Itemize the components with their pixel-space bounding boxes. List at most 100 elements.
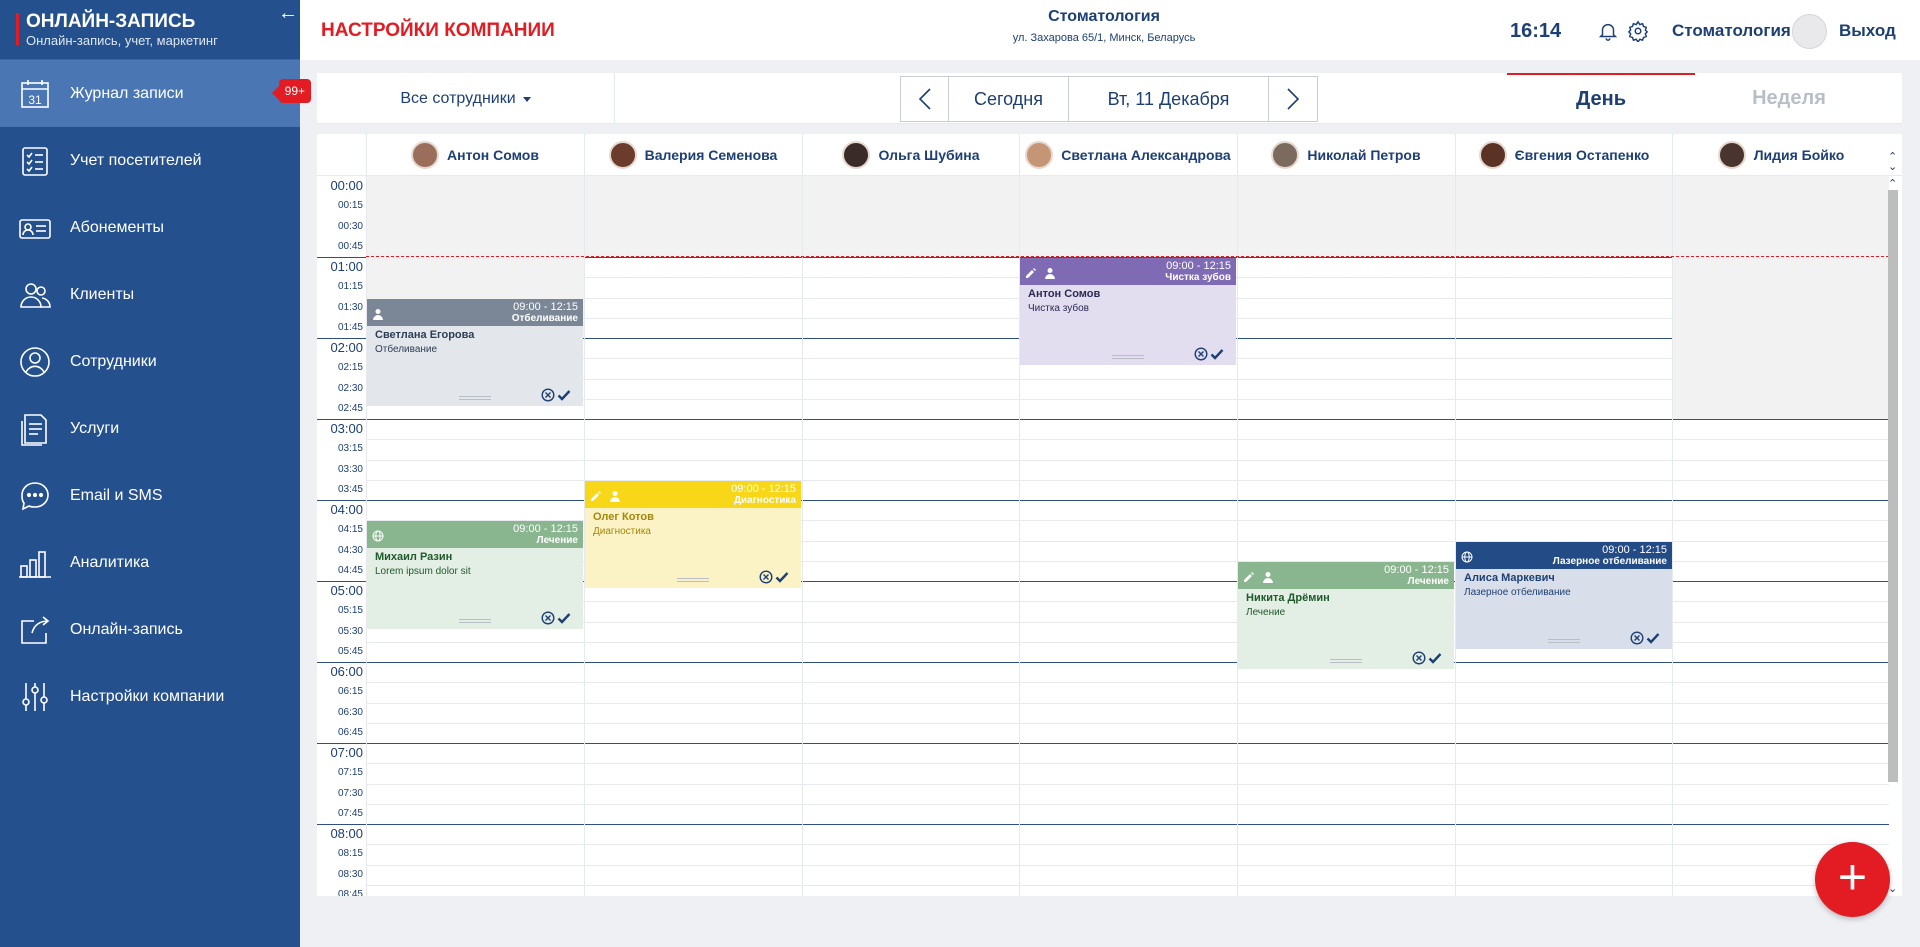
calendar-toolbar: Все сотрудники Сегодня Вт, 11 Декабря Де… [317,73,1902,124]
avatar [1717,141,1746,169]
appointment-client: Светлана Егорова [375,328,475,341]
next-day-button[interactable] [1269,77,1317,121]
check-icon[interactable] [775,570,789,584]
grid-line [366,439,1889,441]
employee-column-header[interactable]: Лидия Бойко [1672,134,1889,176]
sidebar-item-0[interactable]: 31 Журнал записи 99+ [0,60,311,127]
employee-column-header[interactable]: Валерия Семенова [584,134,801,176]
calendar-icon: 31 [21,79,49,108]
sidebar-item-9[interactable]: Настройки компании [0,663,300,730]
sidebar-item-label: Настройки компании [70,687,225,705]
resize-handle[interactable] [1112,355,1144,360]
appointment-actions [1630,631,1660,645]
employee-column-header[interactable]: Антон Сомов [366,134,583,176]
tab-day[interactable]: День [1507,73,1695,124]
checklist-icon [22,146,48,176]
employee-column-header[interactable]: Ольга Шубина [802,134,1019,176]
appointment-service: Отбеливание [375,343,438,355]
sidebar-item-4[interactable]: Сотрудники [0,328,300,395]
date-navigator: Сегодня Вт, 11 Декабря [900,76,1318,122]
scrollbar[interactable] [1888,190,1898,782]
check-icon[interactable] [1210,347,1224,361]
resize-handle[interactable] [459,618,491,623]
grid-line [317,419,1889,420]
cancel-icon[interactable] [1412,651,1426,665]
appointment-card[interactable]: 09:00 - 12:15 Отбеливание Светлана Егорова… [367,298,583,406]
appointment-card[interactable]: 09:00 - 12:15 Лечение Михаил Разин Lorem ip… [367,521,583,629]
resize-handle[interactable] [677,578,709,583]
sliders-icon [22,682,48,711]
check-icon[interactable] [1428,651,1442,665]
cancel-icon[interactable] [1194,347,1208,361]
employee-column-header[interactable]: Євгения Остапенко [1455,134,1672,176]
calendar-grid[interactable]: 00:00 00:15 00:30 00:45 01:00 01:15 01:30 01:45… [317,176,1889,896]
appointment-client: Олег Котов [593,510,654,523]
appointment-header: 09:00 - 12:15 Лечение [1238,561,1454,589]
sidebar-item-1[interactable]: Учет посетителей [0,127,300,194]
avatar[interactable] [1792,14,1827,49]
grid-scroll-up-icon[interactable]: ⌃ [1888,177,1897,190]
brand-accent [16,13,19,45]
employee-name: Николай Петров [1307,147,1421,163]
cancel-icon[interactable] [541,611,555,625]
pencil-icon[interactable] [1243,570,1255,582]
sidebar-item-2[interactable]: Абонементы [0,194,300,261]
sidebar-item-5[interactable]: Услуги [0,395,300,462]
current-date[interactable]: Вт, 11 Декабря [1069,77,1269,121]
account-name[interactable]: Стоматология [1672,21,1791,41]
appointment-card[interactable]: 09:00 - 12:15 Чистка зубов Антон Сомов Чист… [1020,258,1236,366]
check-icon[interactable] [557,388,571,402]
time-label: 07:45 [337,807,363,819]
time-label: 01:30 [337,301,363,313]
resize-handle[interactable] [1548,638,1580,643]
appointment-time: 09:00 - 12:15 [513,300,578,313]
today-button[interactable]: Сегодня [949,77,1069,121]
check-icon[interactable] [1646,631,1660,645]
time-label: 01:45 [337,321,363,333]
grid-line [366,884,1889,886]
time-label: 07:15 [337,767,363,779]
check-icon[interactable] [557,611,571,625]
appointment-service-tag: Чистка зубов [1165,272,1231,283]
cancel-icon[interactable] [759,570,773,584]
pencil-icon[interactable] [1025,266,1037,278]
appointment-time: 09:00 - 12:15 [731,482,796,495]
grid-line [366,459,1889,461]
employees-select[interactable]: Все сотрудники [317,73,615,124]
sidebar-item-label: Клиенты [70,285,135,303]
cancel-icon[interactable] [1630,631,1644,645]
logout-button[interactable]: Выход [1839,21,1896,41]
appointment-service-tag: Диагностика [733,494,796,506]
time-label: 00:45 [337,240,363,252]
appointment-card[interactable]: 09:00 - 12:15 Диагностика Олег Котов Диагно… [585,480,801,589]
prev-day-button[interactable] [901,77,949,121]
resize-handle[interactable] [1330,659,1362,664]
off-hours-shade [1672,257,1889,419]
tab-week[interactable]: Неделя [1695,73,1883,124]
scroll-down-icon[interactable]: ⌄ [1888,160,1897,173]
users-icon [20,282,51,308]
bell-icon[interactable] [1597,20,1619,42]
sidebar-item-3[interactable]: Клиенты [0,261,300,328]
employee-column-header[interactable]: Николай Петров [1237,134,1454,176]
sidebar-item-6[interactable]: Email и SMS [0,462,300,529]
appointment-header: 09:00 - 12:15 Отбеливание [367,298,583,326]
add-appointment-button[interactable]: + [1815,842,1890,917]
sidebar-item-8[interactable]: Онлайн-запись [0,596,300,663]
resize-handle[interactable] [459,395,491,400]
appointment-service-tag: Отбеливание [511,312,578,324]
gear-icon[interactable] [1627,20,1649,42]
employee-column-header[interactable]: Светлана Александрова [1019,134,1236,176]
appointment-card[interactable]: 09:00 - 12:15 Лечение Никита Дрёмин Лечение [1238,561,1454,670]
time-label: 06:15 [337,686,363,698]
appointment-header: 09:00 - 12:15 Чистка зубов [1020,258,1236,285]
appointment-card[interactable]: 09:00 - 12:15 Лазерное отбеливание Алиса М… [1456,541,1672,649]
collapse-sidebar-icon[interactable]: ← [278,2,298,25]
sidebar-item-7[interactable]: Аналитика [0,529,300,596]
cancel-icon[interactable] [541,388,555,402]
time-label: 04:45 [337,564,363,576]
pencil-icon[interactable] [590,489,602,501]
grid-line [317,743,1889,744]
sidebar-item-label: Журнал записи [70,84,184,102]
notification-badge: 99+ [271,79,311,103]
